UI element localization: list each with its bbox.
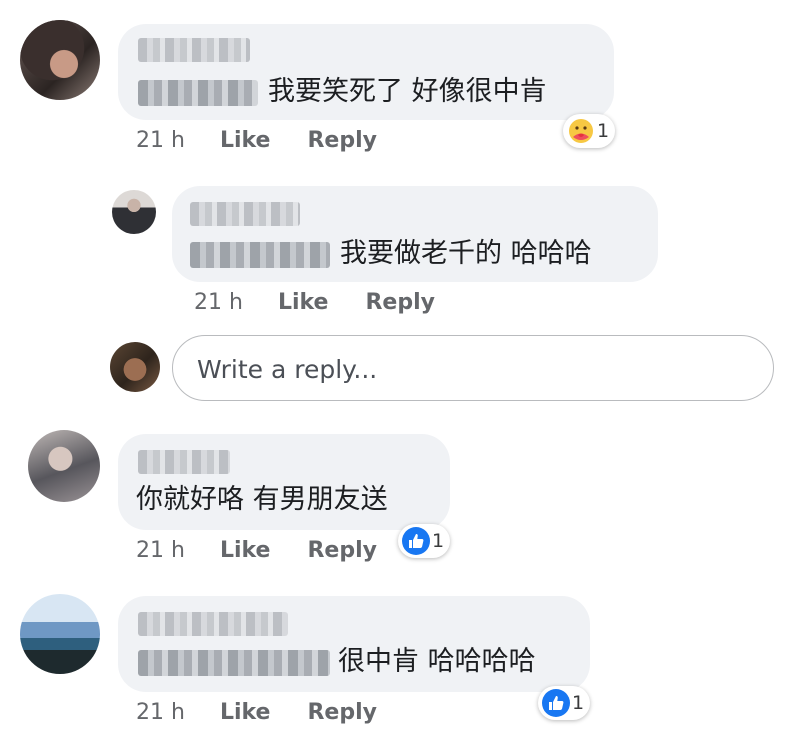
avatar[interactable] <box>20 594 100 674</box>
timestamp[interactable]: 21 h <box>136 538 185 564</box>
mention-blurred[interactable] <box>190 242 330 268</box>
reaction-count: 1 <box>432 530 445 552</box>
comment-meta: 21 h Like Reply <box>194 290 435 316</box>
author-name-blurred[interactable] <box>138 38 250 62</box>
comment-text: 很中肯 哈哈哈哈 <box>338 646 536 677</box>
comment-meta: 21 h Like Reply <box>136 700 377 726</box>
reply-input-box[interactable] <box>172 335 774 402</box>
avatar[interactable] <box>112 190 156 234</box>
reaction-count: 1 <box>572 692 585 714</box>
comment-meta: 21 h Like Reply <box>136 538 377 564</box>
timestamp[interactable]: 21 h <box>136 700 185 726</box>
thumbs-up-icon <box>402 527 430 555</box>
comment-bubble: 你就好咯 有男朋友送 <box>118 434 450 530</box>
comment-bubble: 很中肯 哈哈哈哈 <box>118 596 590 692</box>
care-icon <box>567 117 595 145</box>
avatar[interactable] <box>28 430 100 502</box>
timestamp[interactable]: 21 h <box>136 128 185 154</box>
reaction-badge[interactable]: 1 <box>398 524 451 558</box>
comment-text: 我要做老千的 哈哈哈 <box>340 238 592 269</box>
reaction-count: 1 <box>597 120 610 142</box>
reply-button[interactable]: Reply <box>307 538 377 564</box>
author-name-blurred[interactable] <box>190 202 300 226</box>
thumbs-up-icon <box>542 689 570 717</box>
comment-text: 你就好咯 有男朋友送 <box>136 484 388 515</box>
reaction-badge[interactable]: 1 <box>538 686 591 720</box>
comment-bubble: 我要笑死了 好像很中肯 <box>118 24 614 120</box>
mention-blurred[interactable] <box>138 80 258 106</box>
comment-text: 我要笑死了 好像很中肯 <box>268 76 547 107</box>
reply-input[interactable] <box>195 336 759 402</box>
timestamp[interactable]: 21 h <box>194 290 243 316</box>
like-button[interactable]: Like <box>278 290 329 316</box>
reply-button[interactable]: Reply <box>365 290 435 316</box>
like-button[interactable]: Like <box>220 700 271 726</box>
like-button[interactable]: Like <box>220 128 271 154</box>
mention-blurred[interactable] <box>138 650 330 676</box>
avatar[interactable] <box>20 20 100 100</box>
comment-meta: 21 h Like Reply <box>136 128 377 154</box>
reply-button[interactable]: Reply <box>307 700 377 726</box>
author-name-blurred[interactable] <box>138 612 288 636</box>
comment-bubble: 我要做老千的 哈哈哈 <box>172 186 658 282</box>
author-name-blurred[interactable] <box>138 450 230 474</box>
current-user-avatar[interactable] <box>110 342 160 392</box>
reply-button[interactable]: Reply <box>307 128 377 154</box>
reaction-badge[interactable]: 1 <box>563 114 616 148</box>
like-button[interactable]: Like <box>220 538 271 564</box>
